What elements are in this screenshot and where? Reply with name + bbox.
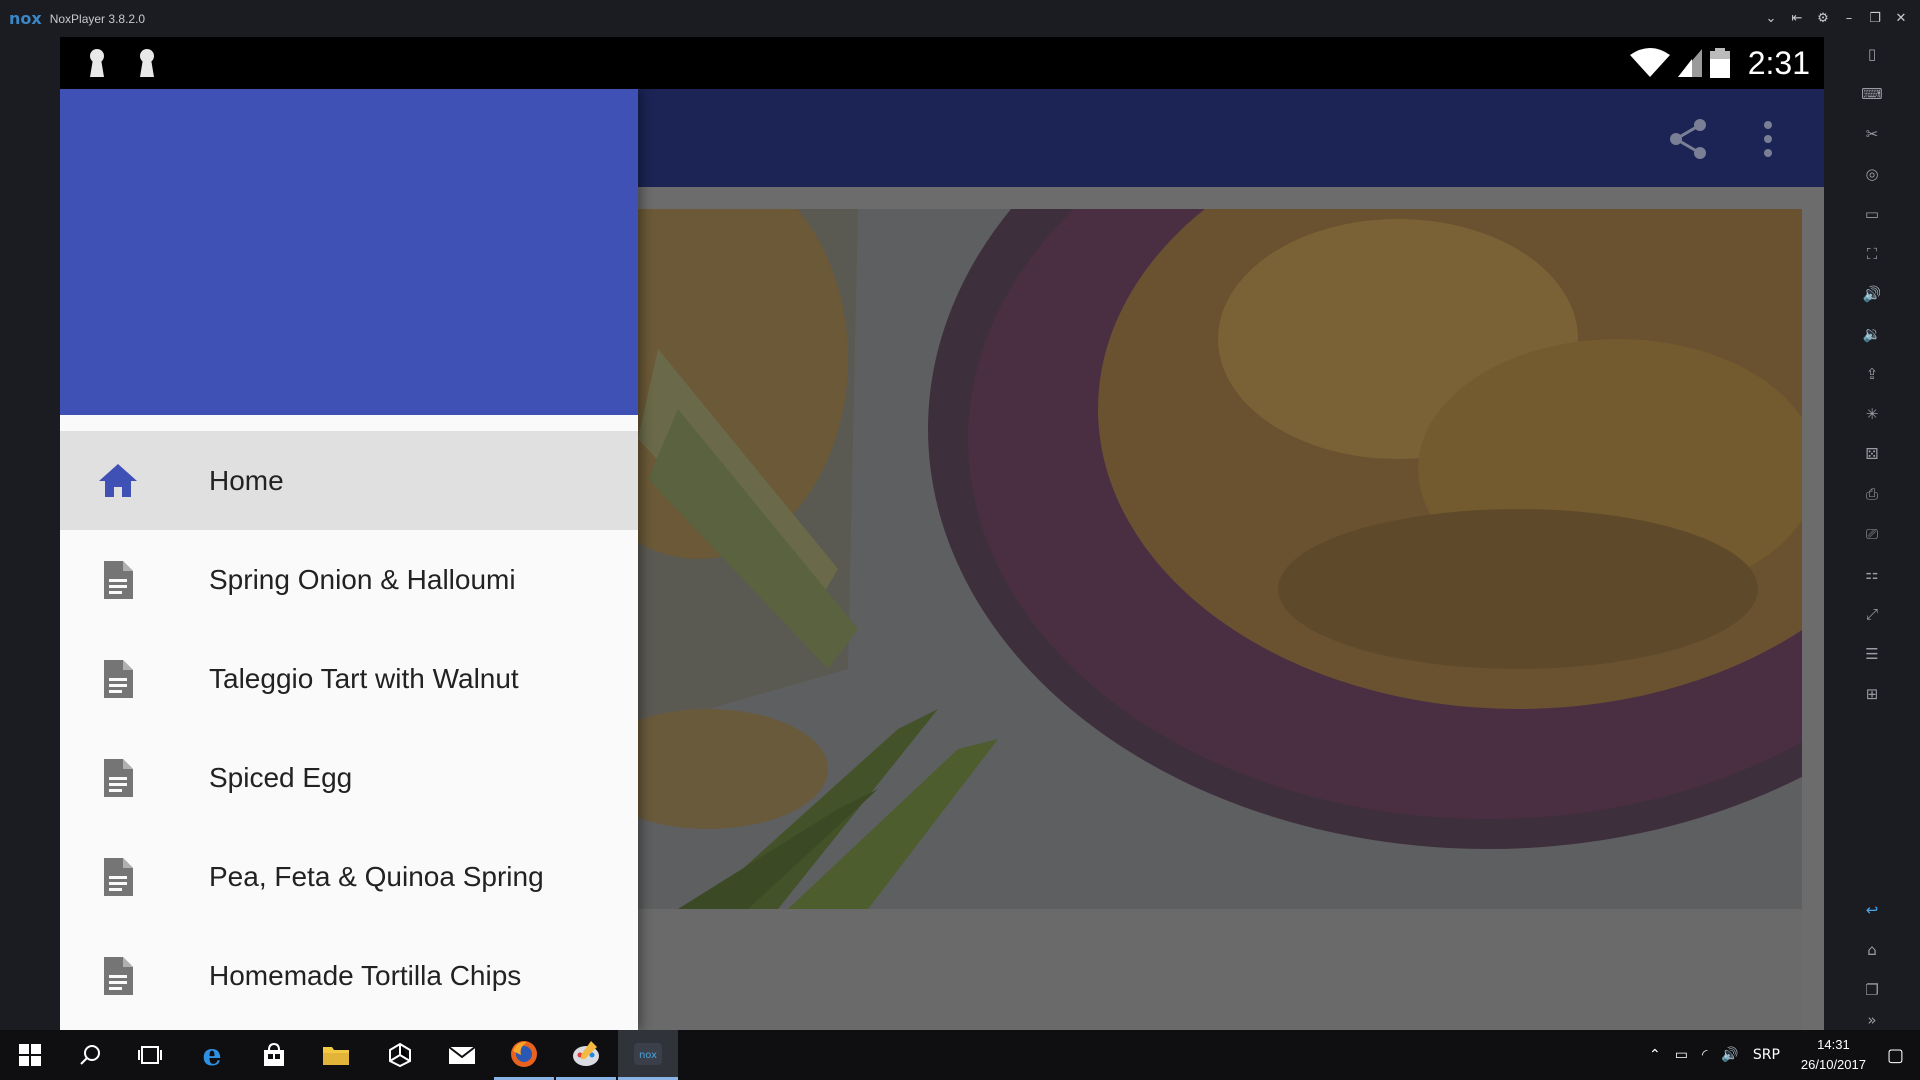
status-icons: 2:31 (1629, 37, 1810, 89)
notification-keyhole-icon (90, 49, 104, 77)
document-icon (104, 857, 133, 896)
shake-icon[interactable]: ▯ (1861, 43, 1883, 65)
scissors-icon[interactable]: ✂ (1861, 123, 1883, 145)
drawer-item-spring-onion-halloumi[interactable]: Spring Onion & Halloumi (60, 530, 638, 629)
search-icon[interactable] (60, 1030, 120, 1080)
document-icon (104, 758, 133, 797)
svg-text:nox: nox (639, 1050, 657, 1061)
nox-logo: nox (9, 9, 42, 28)
language-indicator[interactable]: SRP (1753, 1047, 1780, 1063)
link-icon[interactable]: ⤢ (1861, 603, 1883, 625)
drawer-menu: Home Spring Onion & Halloumi Taleggio Ta… (60, 431, 638, 1025)
minimize-button[interactable]: – (1836, 11, 1862, 26)
windows-start-icon[interactable] (0, 1030, 60, 1080)
edge-icon[interactable]: e (182, 1030, 242, 1080)
notifications-icon[interactable]: ▢ (1887, 1045, 1904, 1066)
window-title: NoxPlayer 3.8.2.0 (49, 11, 146, 26)
record-icon[interactable]: ⎚ (1861, 523, 1883, 545)
drawer-item-home[interactable]: Home (60, 431, 638, 530)
drawer-item-label: Home (209, 464, 284, 496)
pin-icon[interactable]: ⇤ (1784, 11, 1810, 26)
network-icon[interactable]: ◜ (1702, 1047, 1707, 1063)
drawer-item-label: Homemade Tortilla Chips (209, 959, 522, 991)
drawer-item-label: Taleggio Tart with Walnut (209, 662, 519, 694)
screen-icon[interactable]: ▭ (1861, 203, 1883, 225)
volume-up-icon[interactable]: 🔊 (1861, 283, 1883, 305)
share-icon[interactable] (1666, 117, 1710, 161)
settings-icon[interactable]: ⚙ (1810, 11, 1836, 26)
content-footer-area (638, 909, 1802, 1030)
file-explorer-icon[interactable] (306, 1030, 366, 1080)
drawer-item-label: Spiced Egg (209, 761, 353, 793)
drawer-item-pea-feta-quinoa[interactable]: Pea, Feta & Quinoa Spring (60, 827, 638, 926)
paint-icon[interactable] (556, 1030, 616, 1080)
fullscreen-icon[interactable]: ⛶ (1861, 243, 1883, 265)
recipe-hero-image[interactable] (638, 209, 1802, 909)
dropdown-menu-icon[interactable]: ⌄ (1758, 11, 1784, 26)
notification-keyhole-icon (140, 49, 154, 77)
system-tray: ⌃ ▭ ◜ 🔊 SRP 14:31 26/10/2017 ▢ (1642, 1030, 1920, 1080)
taskbar-clock[interactable]: 14:31 26/10/2017 (1801, 1035, 1866, 1075)
wifi-icon (1629, 48, 1670, 77)
home-button-icon[interactable]: ⌂ (1861, 939, 1883, 961)
navigation-drawer: Home Spring Onion & Halloumi Taleggio Ta… (60, 89, 638, 1030)
volume-icon[interactable]: 🔊 (1721, 1047, 1738, 1063)
document-icon (104, 560, 133, 599)
add-icon[interactable]: ⊞ (1861, 683, 1883, 705)
document-icon (104, 956, 133, 995)
restore-button[interactable]: ❐ (1862, 11, 1888, 26)
close-button[interactable]: ✕ (1888, 11, 1914, 26)
android-screen: 2:31 Home Spring Onion & Halloumi Talegg… (60, 37, 1824, 1030)
keyboard-icon[interactable]: ⌨ (1861, 83, 1883, 105)
recent-apps-icon[interactable]: ❐ (1861, 979, 1883, 1001)
drawer-item-spiced-egg[interactable]: Spiced Egg (60, 728, 638, 827)
cell-signal-icon (1677, 49, 1702, 77)
more-vert-icon[interactable] (1758, 117, 1778, 161)
android-status-bar: 2:31 (60, 37, 1824, 89)
battery-icon (1709, 48, 1730, 78)
back-icon[interactable]: ↩ (1861, 899, 1883, 921)
drawer-item-label: Spring Onion & Halloumi (209, 563, 516, 595)
drawer-item-label: Pea, Feta & Quinoa Spring (209, 860, 544, 892)
drawer-item-taleggio-tart[interactable]: Taleggio Tart with Walnut (60, 629, 638, 728)
emulator-titlebar: nox NoxPlayer 3.8.2.0 ⌄ ⇤ ⚙ – ❐ ✕ (0, 0, 1920, 37)
battery-tray-icon[interactable]: ▭ (1675, 1047, 1688, 1063)
task-view-icon[interactable] (120, 1030, 180, 1080)
drawer-item-tortilla-chips[interactable]: Homemade Tortilla Chips (60, 926, 638, 1025)
location-icon[interactable]: ◎ (1861, 163, 1883, 185)
window-controls: ⌄ ⇤ ⚙ – ❐ ✕ (1758, 0, 1914, 37)
expand-icon[interactable]: » (1861, 1009, 1883, 1031)
store-icon[interactable] (244, 1030, 304, 1080)
food-photo (638, 209, 1802, 909)
drawer-header (60, 89, 638, 415)
unity-icon[interactable] (370, 1030, 430, 1080)
apk-install-icon[interactable]: ⇪ (1861, 363, 1883, 385)
status-clock: 2:31 (1747, 44, 1810, 81)
taskbar-time: 14:31 (1817, 1037, 1850, 1052)
firefox-icon[interactable] (494, 1030, 554, 1080)
emulator-sidebar: ▯ ⌨ ✂ ◎ ▭ ⛶ 🔊 🔉 ⇪ ✳ ⚄ ⎙ ⎚ ⚏ ⤢ ☰ ⊞ ↩ ⌂ ❐ … (1824, 37, 1920, 1030)
home-icon (99, 463, 137, 497)
loading-icon[interactable]: ✳ (1861, 403, 1883, 425)
mail-icon[interactable] (432, 1030, 492, 1080)
volume-down-icon[interactable]: 🔉 (1861, 323, 1883, 345)
show-hidden-icons-icon[interactable]: ⌃ (1649, 1047, 1661, 1063)
taskbar-date: 26/10/2017 (1800, 1057, 1866, 1072)
nox-icon[interactable]: nox (618, 1030, 678, 1080)
gamepad-icon[interactable]: ⚏ (1861, 563, 1883, 585)
document-icon (104, 659, 133, 698)
multi-drive-icon[interactable]: ⎙ (1861, 483, 1883, 505)
menu-icon[interactable]: ☰ (1861, 643, 1883, 665)
macro-icon[interactable]: ⚄ (1861, 443, 1883, 465)
windows-taskbar: e nox ⌃ ▭ ◜ 🔊 SRP 14:31 26/10/2017 ▢ (0, 1030, 1920, 1080)
